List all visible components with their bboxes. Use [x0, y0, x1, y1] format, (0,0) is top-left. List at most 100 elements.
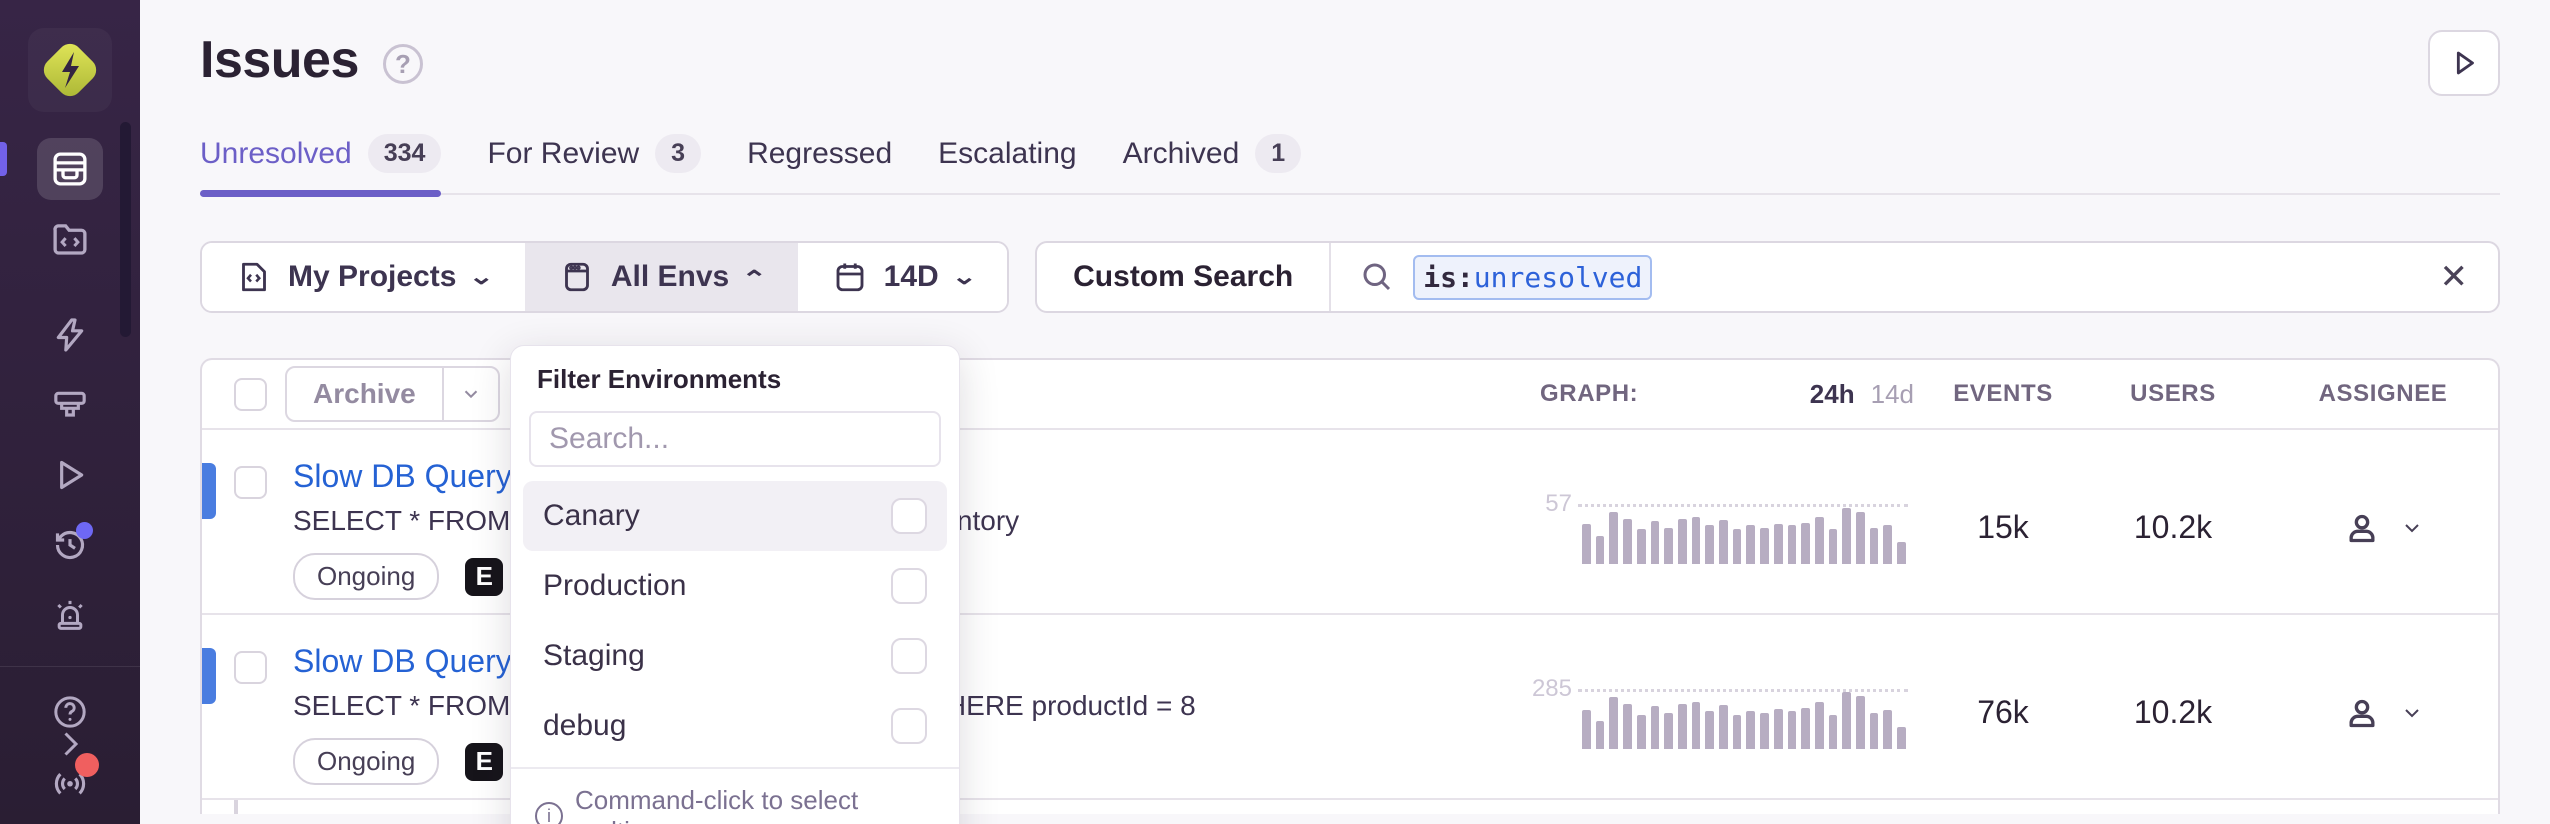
sidebar-item-alerts[interactable] [37, 584, 103, 646]
archive-button[interactable]: Archive [287, 368, 442, 420]
col-users-label: USERS [2130, 380, 2216, 407]
app-root: Issues ? Unresolved 334 For Review 3 Reg… [0, 0, 2550, 824]
events-sparkline: 57 [1540, 504, 1912, 552]
clear-search-icon[interactable]: ✕ [2440, 257, 2499, 297]
tab-count-badge: 3 [655, 134, 701, 173]
env-option-canary[interactable]: Canary [523, 481, 947, 551]
date-range-filter-button[interactable]: 14D ⌄ [798, 243, 1007, 311]
events-count: 76k [1977, 694, 2029, 730]
unread-indicator [202, 648, 216, 704]
tab-escalating[interactable]: Escalating [938, 134, 1076, 193]
search-icon [1359, 259, 1395, 295]
sidebar-divider [0, 666, 140, 667]
archive-dropdown-button[interactable] [442, 368, 498, 420]
projects-filter-button[interactable]: My Projects ⌄ [202, 243, 525, 311]
issue-search-input[interactable]: is:unresolved [1331, 255, 2439, 300]
row-checkbox[interactable] [234, 800, 238, 814]
unread-indicator [202, 463, 216, 519]
projects-filter-label: My Projects [288, 260, 456, 294]
active-nav-indicator [0, 142, 7, 176]
page-title: Issues [200, 30, 359, 90]
env-option-label: Canary [543, 499, 640, 533]
sparkline-max-label: 285 [1528, 675, 1572, 703]
lightning-icon [50, 315, 90, 355]
sidebar-item-explore[interactable] [37, 208, 103, 270]
chevron-down-icon [460, 383, 482, 405]
chevron-down-icon [2400, 701, 2424, 725]
col-assignee-label: ASSIGNEE [2319, 380, 2448, 407]
users-count: 10.2k [2134, 509, 2212, 545]
environments-dropdown: Filter Environments Canary Production St… [510, 345, 960, 824]
footer-hint-text: Command-click to select multi… [575, 785, 935, 824]
date-range-filter-label: 14D [884, 260, 939, 294]
sparkline-max-label: 57 [1528, 490, 1572, 518]
search-token-is-unresolved[interactable]: is:unresolved [1413, 255, 1652, 300]
graph-24h-toggle[interactable]: 24h [1810, 379, 1855, 410]
play-icon [2447, 46, 2481, 80]
environment-search-box[interactable] [529, 411, 941, 467]
tab-label: Archived [1123, 137, 1240, 171]
project-platform-icon: E [465, 743, 503, 781]
info-icon: i [535, 802, 563, 824]
sidebar-item-replays[interactable] [37, 514, 103, 576]
sidebar-item-expand[interactable] [0, 726, 140, 762]
sidebar-item-issues[interactable] [37, 138, 103, 200]
environment-search-input[interactable] [549, 422, 921, 456]
tab-regressed[interactable]: Regressed [747, 134, 892, 193]
col-graph-label: GRAPH: [1540, 380, 1638, 408]
row-checkbox[interactable] [234, 651, 267, 684]
search-panel: Custom Search is:unresolved ✕ [1035, 241, 2500, 313]
sidebar-scrollbar[interactable] [120, 122, 131, 337]
project-platform-icon: E [465, 558, 503, 596]
chevron-down-icon [2400, 516, 2424, 540]
environments-filter-button[interactable]: All Envs ⌄ [525, 243, 798, 311]
environments-icon [559, 259, 595, 295]
assignee-dropdown[interactable] [2268, 508, 2498, 548]
assignee-user-icon [2342, 508, 2382, 548]
tab-unresolved[interactable]: Unresolved 334 [200, 134, 441, 193]
tab-archived[interactable]: Archived 1 [1123, 134, 1302, 193]
env-option-label: Staging [543, 639, 645, 673]
issues-icon [49, 148, 91, 190]
calendar-icon [832, 259, 868, 295]
tab-label: Unresolved [200, 137, 352, 171]
env-option-checkbox[interactable] [891, 638, 927, 674]
tab-count-badge: 334 [368, 134, 442, 173]
help-icon[interactable]: ? [383, 44, 423, 84]
col-events-label: EVENTS [1953, 380, 2053, 407]
env-option-debug[interactable]: debug [523, 691, 947, 761]
sparkline-bars [1582, 506, 1906, 564]
environment-options: Canary Production Staging debug [511, 477, 959, 767]
sentry-logo-button[interactable] [28, 28, 112, 112]
chevron-up-icon: ⌄ [742, 264, 768, 290]
env-option-production[interactable]: Production [523, 551, 947, 621]
row-checkbox[interactable] [234, 466, 267, 499]
dropdown-footer-hint: i Command-click to select multi… [511, 767, 959, 824]
sparkline-bars [1582, 691, 1906, 749]
page-header: Issues ? [200, 0, 2500, 96]
environments-filter-label: All Envs [611, 260, 729, 294]
sidebar-item-releases[interactable] [37, 444, 103, 506]
replay-tour-button[interactable] [2428, 30, 2500, 96]
env-option-checkbox[interactable] [891, 708, 927, 744]
assignee-dropdown[interactable] [2268, 693, 2498, 733]
main-content: Issues ? Unresolved 334 For Review 3 Reg… [140, 0, 2550, 824]
env-option-checkbox[interactable] [891, 498, 927, 534]
chevron-down-icon: ⌄ [469, 264, 495, 290]
sidebar-item-performance[interactable] [37, 304, 103, 366]
users-count: 10.2k [2134, 694, 2212, 730]
tab-for-review[interactable]: For Review 3 [487, 134, 701, 193]
play-icon [50, 455, 90, 495]
filter-toolbar: My Projects ⌄ All Envs ⌄ [200, 241, 2500, 313]
custom-search-button[interactable]: Custom Search [1037, 260, 1329, 294]
sidebar-item-dashboards[interactable] [37, 374, 103, 436]
table-column-headers: GRAPH: 24h 14d EVENTS USERS ASSIGNEE [1528, 379, 2498, 410]
env-option-checkbox[interactable] [891, 568, 927, 604]
tab-label: For Review [487, 137, 639, 171]
graph-14d-toggle[interactable]: 14d [1871, 379, 1914, 410]
select-all-checkbox[interactable] [234, 378, 267, 411]
dropdown-title: Filter Environments [511, 364, 959, 395]
tab-count-badge: 1 [1255, 134, 1301, 173]
assignee-user-icon [2342, 693, 2382, 733]
env-option-staging[interactable]: Staging [523, 621, 947, 691]
